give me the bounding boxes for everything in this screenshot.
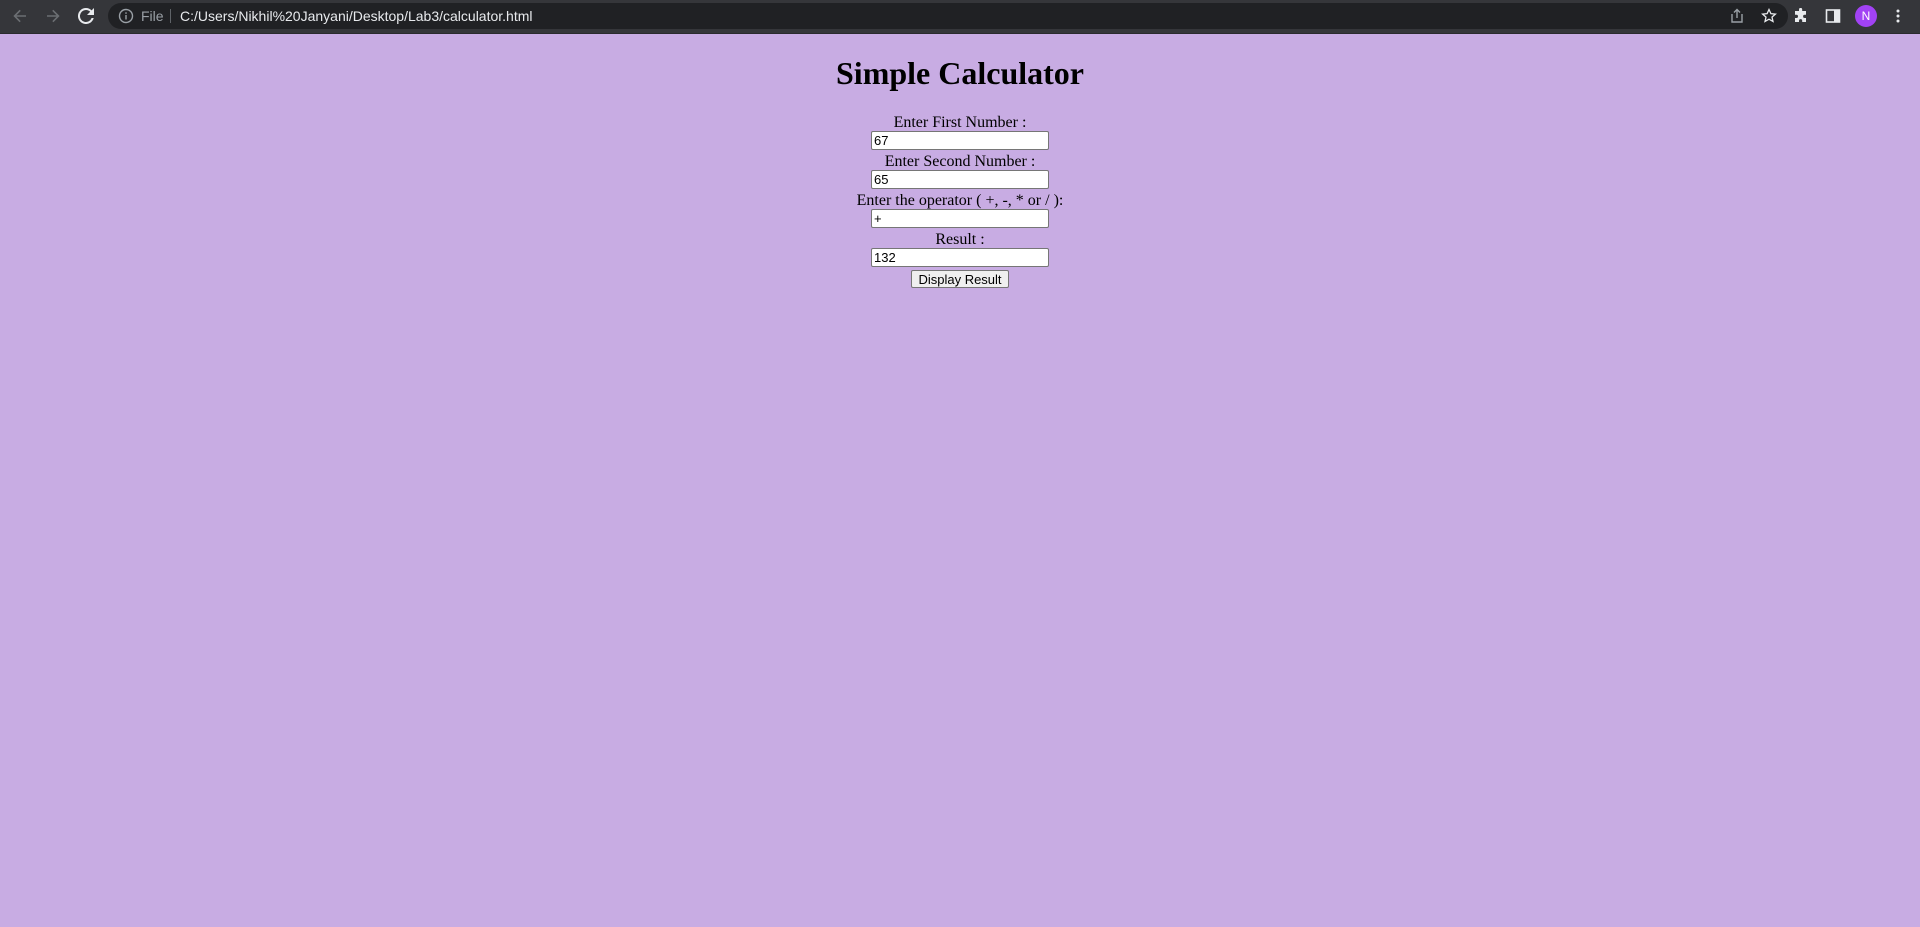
- reload-button[interactable]: [74, 4, 98, 28]
- result-label: Result :: [935, 231, 985, 248]
- back-button[interactable]: [8, 4, 32, 28]
- bookmark-star-icon[interactable]: [1761, 8, 1777, 24]
- result-field[interactable]: [871, 248, 1049, 267]
- share-icon[interactable]: [1729, 8, 1745, 24]
- operator-input[interactable]: [871, 209, 1049, 228]
- extensions-button[interactable]: [1789, 4, 1813, 28]
- arrow-right-icon: [47, 9, 60, 23]
- menu-button[interactable]: [1886, 4, 1910, 28]
- address-bar[interactable]: File C:/Users/Nikhil%20Janyani/Desktop/L…: [108, 3, 1788, 29]
- reload-icon: [78, 8, 94, 24]
- page-title: Simple Calculator: [836, 55, 1084, 91]
- second-number-label: Enter Second Number :: [884, 153, 1036, 170]
- url-text[interactable]: C:/Users/Nikhil%20Janyani/Desktop/Lab3/c…: [180, 8, 533, 24]
- kebab-menu-icon: [1896, 9, 1900, 23]
- omnibox-divider: [170, 9, 171, 23]
- second-number-input[interactable]: [871, 170, 1049, 189]
- profile-initial: N: [1861, 9, 1871, 23]
- arrow-left-icon: [13, 9, 26, 23]
- file-scheme-label: File: [141, 8, 164, 24]
- side-panel-button[interactable]: [1821, 4, 1845, 28]
- browser-toolbar: File C:/Users/Nikhil%20Janyani/Desktop/L…: [0, 0, 1920, 34]
- operator-label: Enter the operator ( +, -, * or / ):: [856, 192, 1064, 209]
- calculator-form: Enter First Number : Enter Second Number…: [0, 113, 1920, 289]
- page-content: Simple Calculator Enter First Number : E…: [0, 34, 1920, 289]
- info-icon[interactable]: [118, 8, 134, 24]
- first-number-label: Enter First Number :: [893, 114, 1027, 131]
- display-result-button[interactable]: Display Result: [911, 270, 1009, 288]
- forward-button[interactable]: [41, 4, 65, 28]
- profile-avatar[interactable]: N: [1855, 5, 1877, 27]
- puzzle-icon: [1795, 8, 1806, 22]
- side-panel-icon: [1825, 9, 1841, 23]
- first-number-input[interactable]: [871, 131, 1049, 150]
